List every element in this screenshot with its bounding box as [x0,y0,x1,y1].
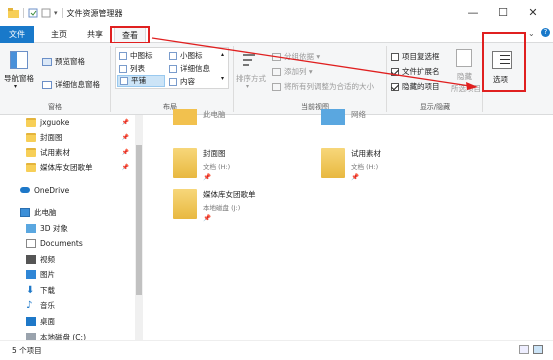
folder-icon [26,162,36,172]
nav-item-music[interactable]: ♪ 音乐 [0,298,135,312]
nav-item-label: Documents [40,238,83,248]
nav-item-label: 封面图 [40,132,63,142]
computer-icon [20,207,30,217]
item-name: 试用素材 [351,149,381,158]
list-item[interactable]: 试用素材文档 (H:) 📌 [321,148,381,181]
nav-item-label: 媒体库女团歌单 [40,162,93,172]
nav-item-label: 图片 [40,269,55,279]
network-icon [321,109,345,125]
cube-icon [26,223,36,233]
list-item[interactable]: 封面图文档 (H:) 📌 [173,148,230,181]
pin-icon: 📌 [203,214,212,222]
nav-item-documents[interactable]: Documents [0,236,135,250]
nav-item-label: 视频 [40,254,55,264]
folder-icon [173,189,197,219]
item-name: 网络 [351,110,366,119]
nav-item-3d[interactable]: 3D 对象 [0,221,135,235]
pin-icon: 📌 [121,163,129,171]
nav-item-this-pc[interactable]: 此电脑 [0,205,135,219]
folder-icon [26,132,36,142]
music-note-icon: ♪ [26,299,33,311]
nav-item-cover[interactable]: 封面图 📌 [0,130,135,144]
nav-item-desktop[interactable]: 桌面 [0,314,135,328]
nav-item-playlist[interactable]: 媒体库女团歌单 📌 [0,160,135,174]
cloud-icon [20,187,30,193]
nav-item-jxguoke[interactable]: jxguoke 📌 [0,115,135,129]
item-count: 5 个项目 [12,346,42,355]
nav-item-trial[interactable]: 试用素材 📌 [0,145,135,159]
nav-item-label: jxguoke [40,117,70,127]
nav-item-videos[interactable]: 视频 [0,252,135,266]
folder-icon [26,147,36,157]
picture-icon [26,269,36,279]
list-item[interactable]: 此电脑 [173,109,226,125]
navigation-pane: jxguoke 📌 封面图 📌 试用素材 📌 媒体库女团歌单 📌 OneDrive 此电… [0,115,143,342]
pin-icon: 📌 [121,148,129,156]
item-location: 文档 (H:) [203,163,231,171]
nav-item-label: 下载 [40,285,55,295]
document-icon [26,238,36,248]
file-list: 此电脑 网络 封面图文档 (H:) 📌 试用素材文档 (H:) 📌 媒体库女团歌单本… [143,109,553,340]
pin-icon: 📌 [121,118,129,126]
details-view-icon[interactable] [519,345,529,354]
folder-icon [26,117,36,127]
nav-item-label: 3D 对象 [40,223,68,233]
folder-icon [173,109,197,125]
item-location: 文档 (H:) [351,163,379,171]
pin-icon: 📌 [121,133,129,141]
folder-icon [173,148,197,178]
nav-item-onedrive[interactable]: OneDrive [0,183,135,197]
scrollbar-thumb[interactable] [136,145,142,295]
desktop-icon [26,316,36,326]
nav-scrollbar[interactable] [135,115,143,340]
download-arrow-icon: ⬇ [26,284,35,296]
pin-icon: 📌 [203,173,212,181]
list-item[interactable]: 媒体库女团歌单 本地磁盘 (J:) 📌 [173,189,256,222]
folder-icon [321,148,345,178]
nav-item-pictures[interactable]: 图片 [0,267,135,281]
nav-item-label: OneDrive [34,185,70,195]
nav-item-label: 此电脑 [34,207,57,217]
list-item[interactable]: 网络 [321,109,366,125]
item-name: 此电脑 [203,110,226,119]
item-name: 封面图 [203,149,226,158]
nav-item-label: 试用素材 [40,147,70,157]
pin-icon: 📌 [351,173,360,181]
large-icons-view-icon[interactable] [533,345,543,354]
item-name: 媒体库女团歌单 [203,190,256,199]
nav-item-downloads[interactable]: ⬇ 下载 [0,283,135,297]
nav-item-label: 音乐 [40,300,55,310]
video-icon [26,254,36,264]
status-bar: 5 个项目 [0,340,553,360]
nav-item-label: 桌面 [40,316,55,326]
item-location: 本地磁盘 (J:) [203,204,241,212]
